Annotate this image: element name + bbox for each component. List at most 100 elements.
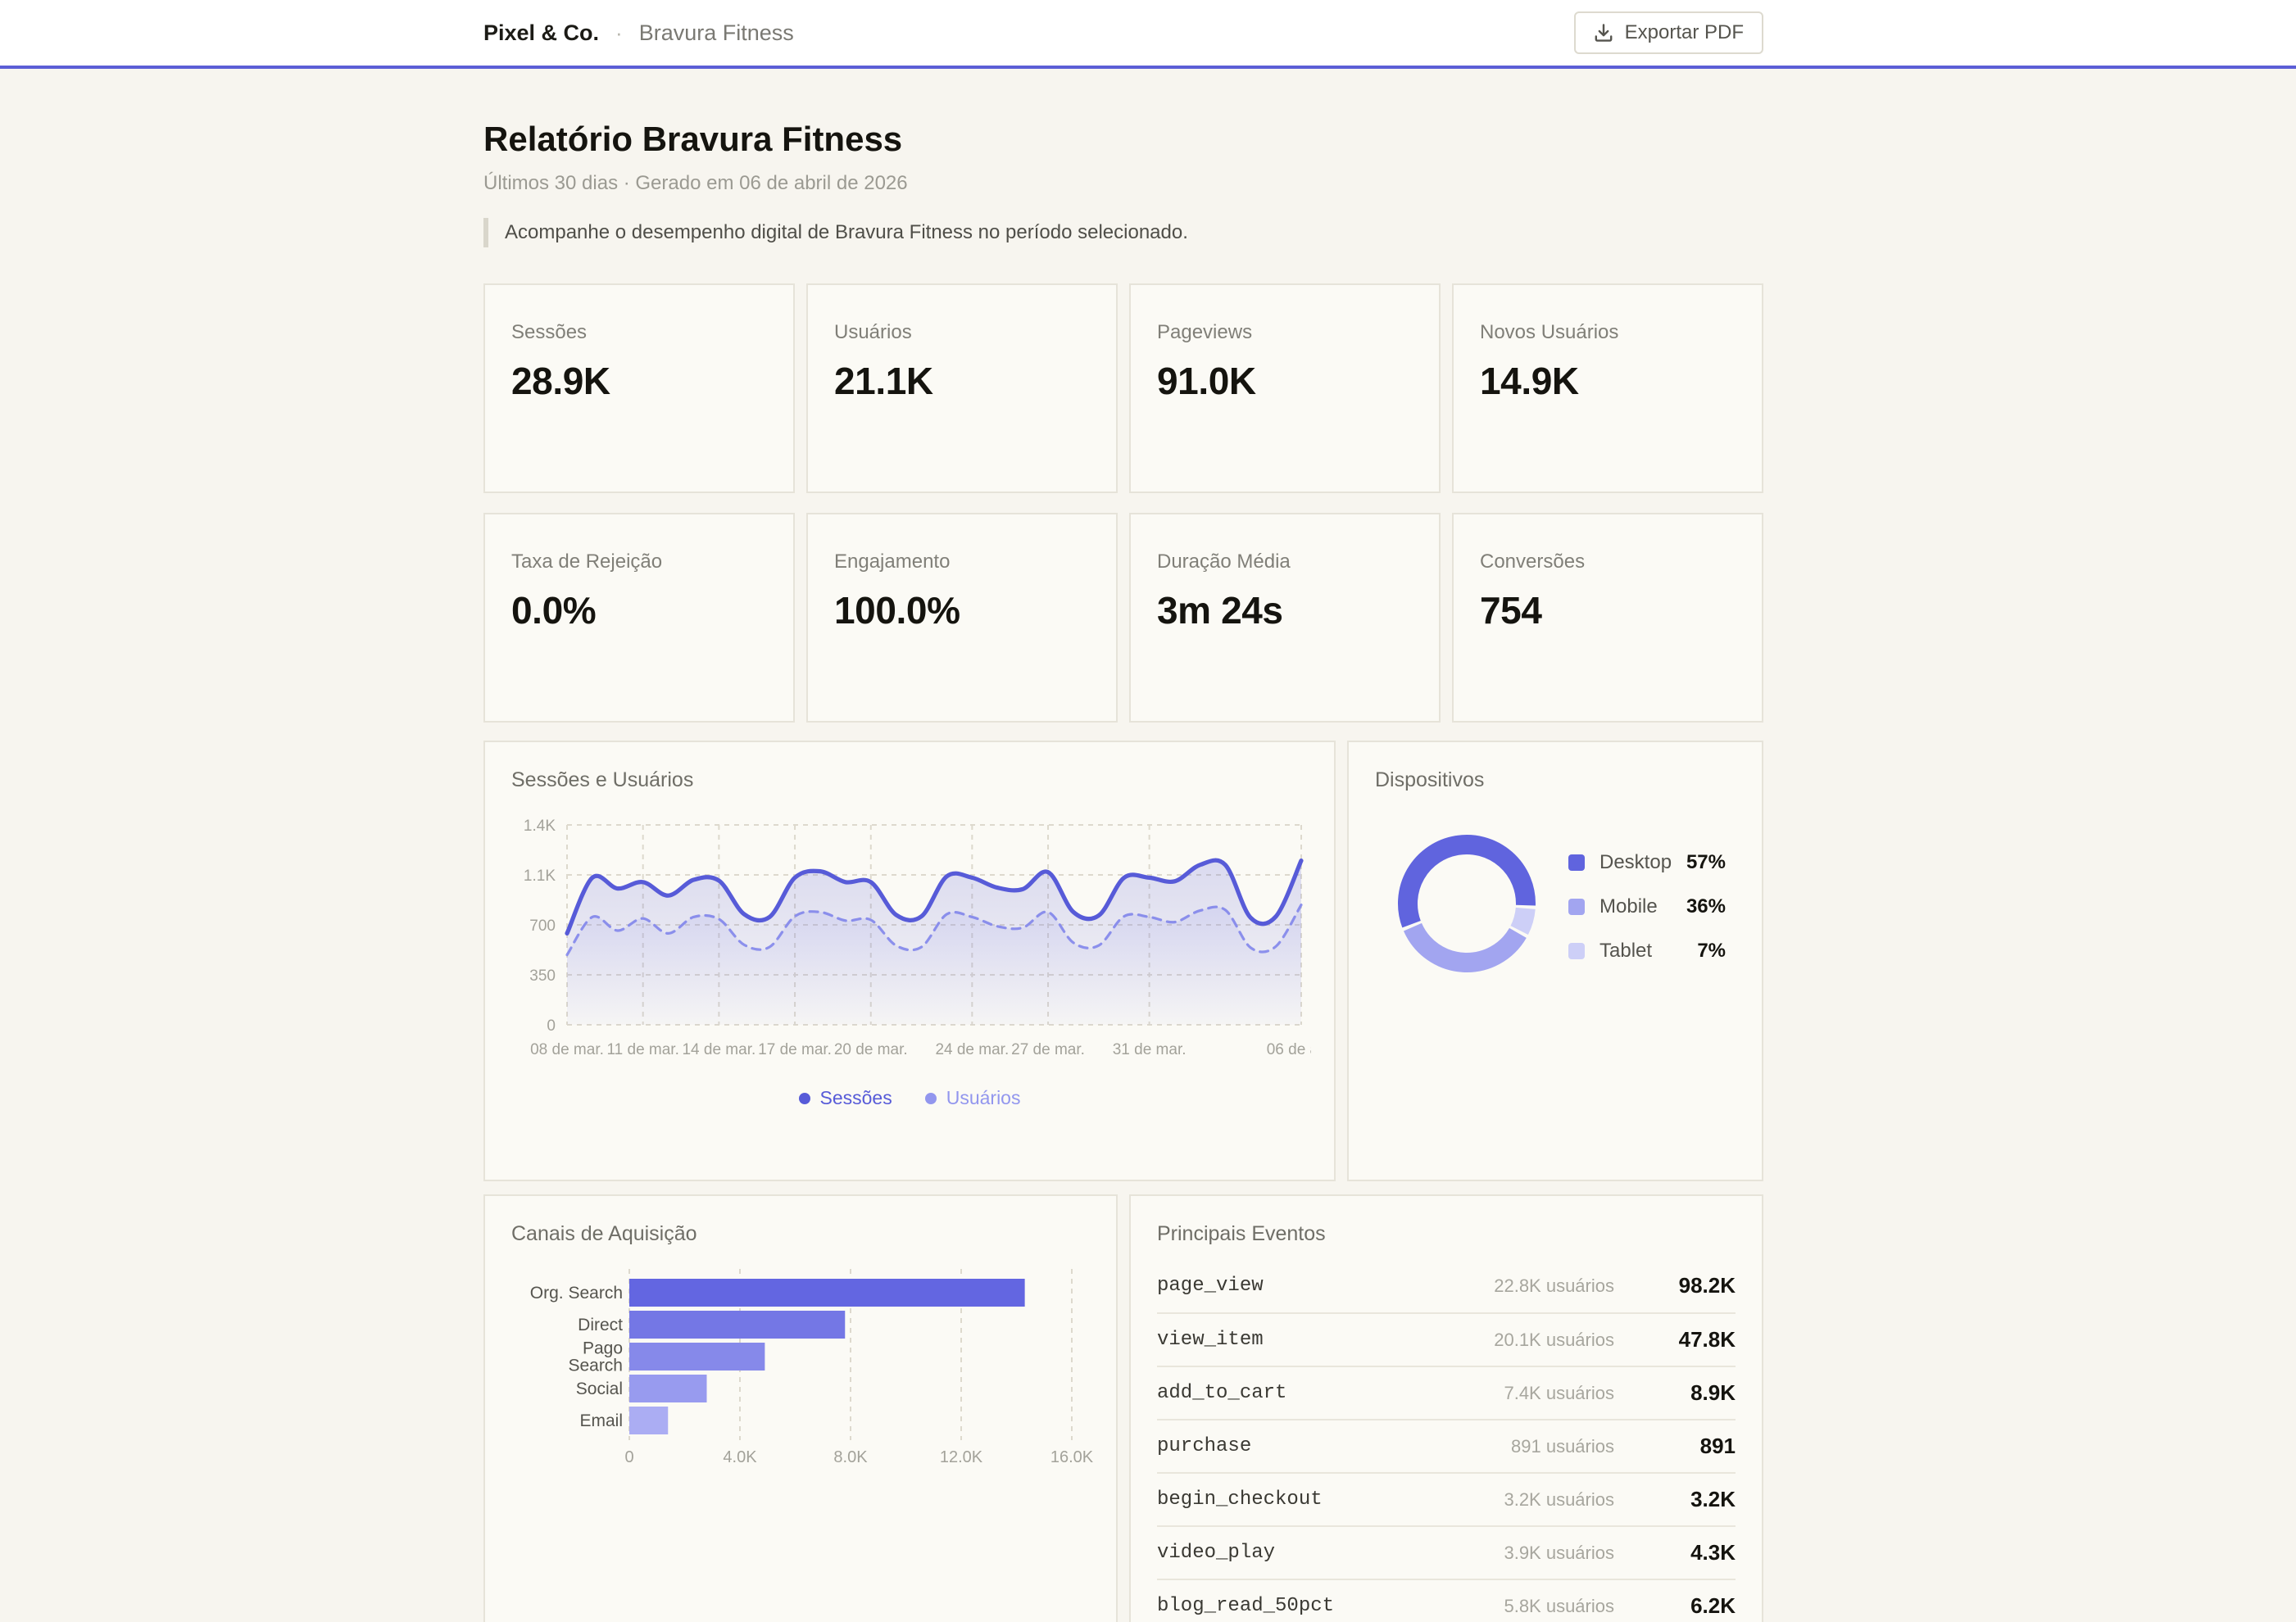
kpi-value: 754 [1480,588,1736,632]
event-value: 4.3K [1657,1540,1736,1565]
event-name: begin_checkout [1157,1488,1504,1511]
kpi-value: 28.9K [511,359,767,403]
event-row-begin-checkout: begin_checkout3.2K usuários 3.2K [1157,1472,1736,1525]
kpi-card-engajamento: Engajamento100.0% [806,513,1118,723]
event-users: 3.2K usuários [1504,1489,1614,1511]
kpi-value: 3m 24s [1157,588,1413,632]
event-value: 47.8K [1657,1327,1736,1352]
kpi-label: Novos Usuários [1480,321,1736,344]
report-subtitle: Últimos 30 dias · Gerado em 06 de abril … [483,172,1763,195]
kpi-label: Taxa de Rejeição [511,550,767,573]
kpi-card-taxa-de-rejei-o: Taxa de Rejeição 0.0% [483,513,795,723]
event-value: 8.9K [1657,1380,1736,1406]
channels-chart-title: Canais de Aquisição [511,1222,1090,1246]
event-value: 3.2K [1657,1487,1736,1512]
kpi-value: 91.0K [1157,359,1413,403]
event-users: 7.4K usuários [1504,1383,1614,1404]
svg-text:1.1K: 1.1K [524,868,556,885]
kpi-card-dura-o-m-dia: Duração Média3m 24s [1129,513,1441,723]
events-table-card: Principais Eventos page_view22.8K usuári… [1129,1194,1763,1622]
device-label: Desktop [1599,851,1686,874]
event-row-purchase: purchase891 usuários891 [1157,1419,1736,1472]
device-pct: 7% [1697,940,1726,963]
download-icon [1594,23,1613,43]
svg-text:0: 0 [624,1448,633,1466]
legend-dot-icon [925,1093,937,1104]
channels-bar-chart: 04.0K8.0K12.0K16.0KOrg. SearchDirectPago… [511,1262,1090,1482]
event-users: 891 usuários [1511,1436,1614,1457]
legend-swatch-icon [1568,854,1585,871]
legend-swatch-icon [1568,943,1585,959]
svg-text:24 de mar.: 24 de mar. [935,1041,1009,1058]
channels-chart-card: Canais de Aquisição 04.0K8.0K12.0K16.0KO… [483,1194,1118,1622]
svg-text:8.0K: 8.0K [833,1448,868,1466]
event-name: video_play [1157,1542,1504,1564]
legend-item-usu-rios: Usuários [925,1087,1021,1109]
top-navigation-bar: Pixel & Co. · Bravura Fitness Exportar P… [0,0,2296,69]
brand-separator: · [615,20,623,46]
kpi-card-novos-usu-rios: Novos Usuários 14.9K [1452,283,1763,493]
svg-text:700: 700 [529,917,556,935]
legend-label: Usuários [946,1087,1021,1109]
svg-text:Social: Social [576,1380,623,1398]
svg-text:31 de mar.: 31 de mar. [1113,1041,1187,1058]
event-users: 3.9K usuários [1504,1543,1614,1564]
svg-text:1.4K: 1.4K [524,818,556,835]
kpi-card-convers-es: Conversões 754 [1452,513,1763,723]
legend-label: Sessões [820,1087,892,1109]
donut-slice-desktop [1408,845,1526,924]
kpi-value: 14.9K [1480,359,1736,403]
event-name: blog_read_50pct [1157,1595,1504,1617]
svg-text:Org. Search: Org. Search [530,1284,623,1303]
kpi-card-usu-rios: Usuários21.1K [806,283,1118,493]
events-list: page_view22.8K usuários98.2Kview_item20.… [1157,1259,1736,1622]
svg-text:Pago: Pago [583,1339,623,1358]
svg-text:11 de mar.: 11 de mar. [607,1041,679,1058]
device-legend-row-desktop: Desktop57% [1568,851,1726,874]
legend-dot-icon [799,1093,810,1104]
device-legend-row-tablet: Tablet7% [1568,940,1726,963]
event-row-add-to-cart: add_to_cart7.4K usuários 8.9K [1157,1366,1736,1419]
svg-text:Email: Email [579,1411,623,1430]
svg-text:12.0K: 12.0K [940,1448,983,1466]
event-users: 22.8K usuários [1494,1275,1614,1297]
event-row-blog-read-50pct: blog_read_50pct5.8K usuários 6.2K [1157,1579,1736,1622]
svg-text:20 de mar.: 20 de mar. [834,1041,908,1058]
kpi-card-sess-es: Sessões28.9K [483,283,795,493]
svg-text:Search: Search [568,1357,623,1375]
line-chart-legend: Sessões Usuários [511,1087,1308,1109]
export-pdf-button[interactable]: Exportar PDF [1574,11,1763,54]
devices-chart-title: Dispositivos [1375,768,1736,792]
kpi-label: Pageviews [1157,321,1413,344]
kpi-grid: Sessões28.9KUsuários21.1K Pageviews 91.0K N… [483,283,1763,723]
event-value: 891 [1657,1434,1736,1459]
client-name: Bravura Fitness [639,20,794,46]
event-value: 6.2K [1657,1593,1736,1619]
report-page: Pixel & Co. · Bravura Fitness Exportar P… [0,0,2296,1622]
event-users: 5.8K usuários [1504,1596,1614,1617]
svg-text:Direct: Direct [578,1316,623,1334]
page-title: Relatório Bravura Fitness [483,118,1763,161]
donut-slice-mobile [1413,927,1518,963]
event-row-page-view: page_view22.8K usuários98.2K [1157,1259,1736,1312]
svg-text:17 de mar.: 17 de mar. [758,1041,832,1058]
kpi-label: Engajamento [834,550,1090,573]
bar-direct [629,1311,845,1339]
svg-text:14 de mar.: 14 de mar. [682,1041,756,1058]
events-table-title: Principais Eventos [1157,1222,1736,1246]
bottom-row: Canais de Aquisição 04.0K8.0K12.0K16.0KO… [483,1194,1763,1622]
devices-chart-card: Dispositivos Desktop57% Mobile36% Tablet7% [1347,741,1763,1181]
event-value: 98.2K [1657,1273,1736,1298]
device-pct: 57% [1686,851,1726,874]
kpi-label: Conversões [1480,550,1736,573]
device-legend-row-mobile: Mobile36% [1568,895,1726,918]
event-name: add_to_cart [1157,1382,1504,1404]
sessions-users-chart-card: Sessões e Usuários 03507001.1K1.4K08 de … [483,741,1336,1181]
kpi-value: 0.0% [511,588,767,632]
kpi-card-pageviews: Pageviews 91.0K [1129,283,1441,493]
event-users: 20.1K usuários [1494,1330,1614,1351]
event-name: view_item [1157,1329,1494,1351]
device-label: Tablet [1599,940,1697,963]
legend-swatch-icon [1568,899,1585,915]
bar-org-search [629,1279,1025,1307]
